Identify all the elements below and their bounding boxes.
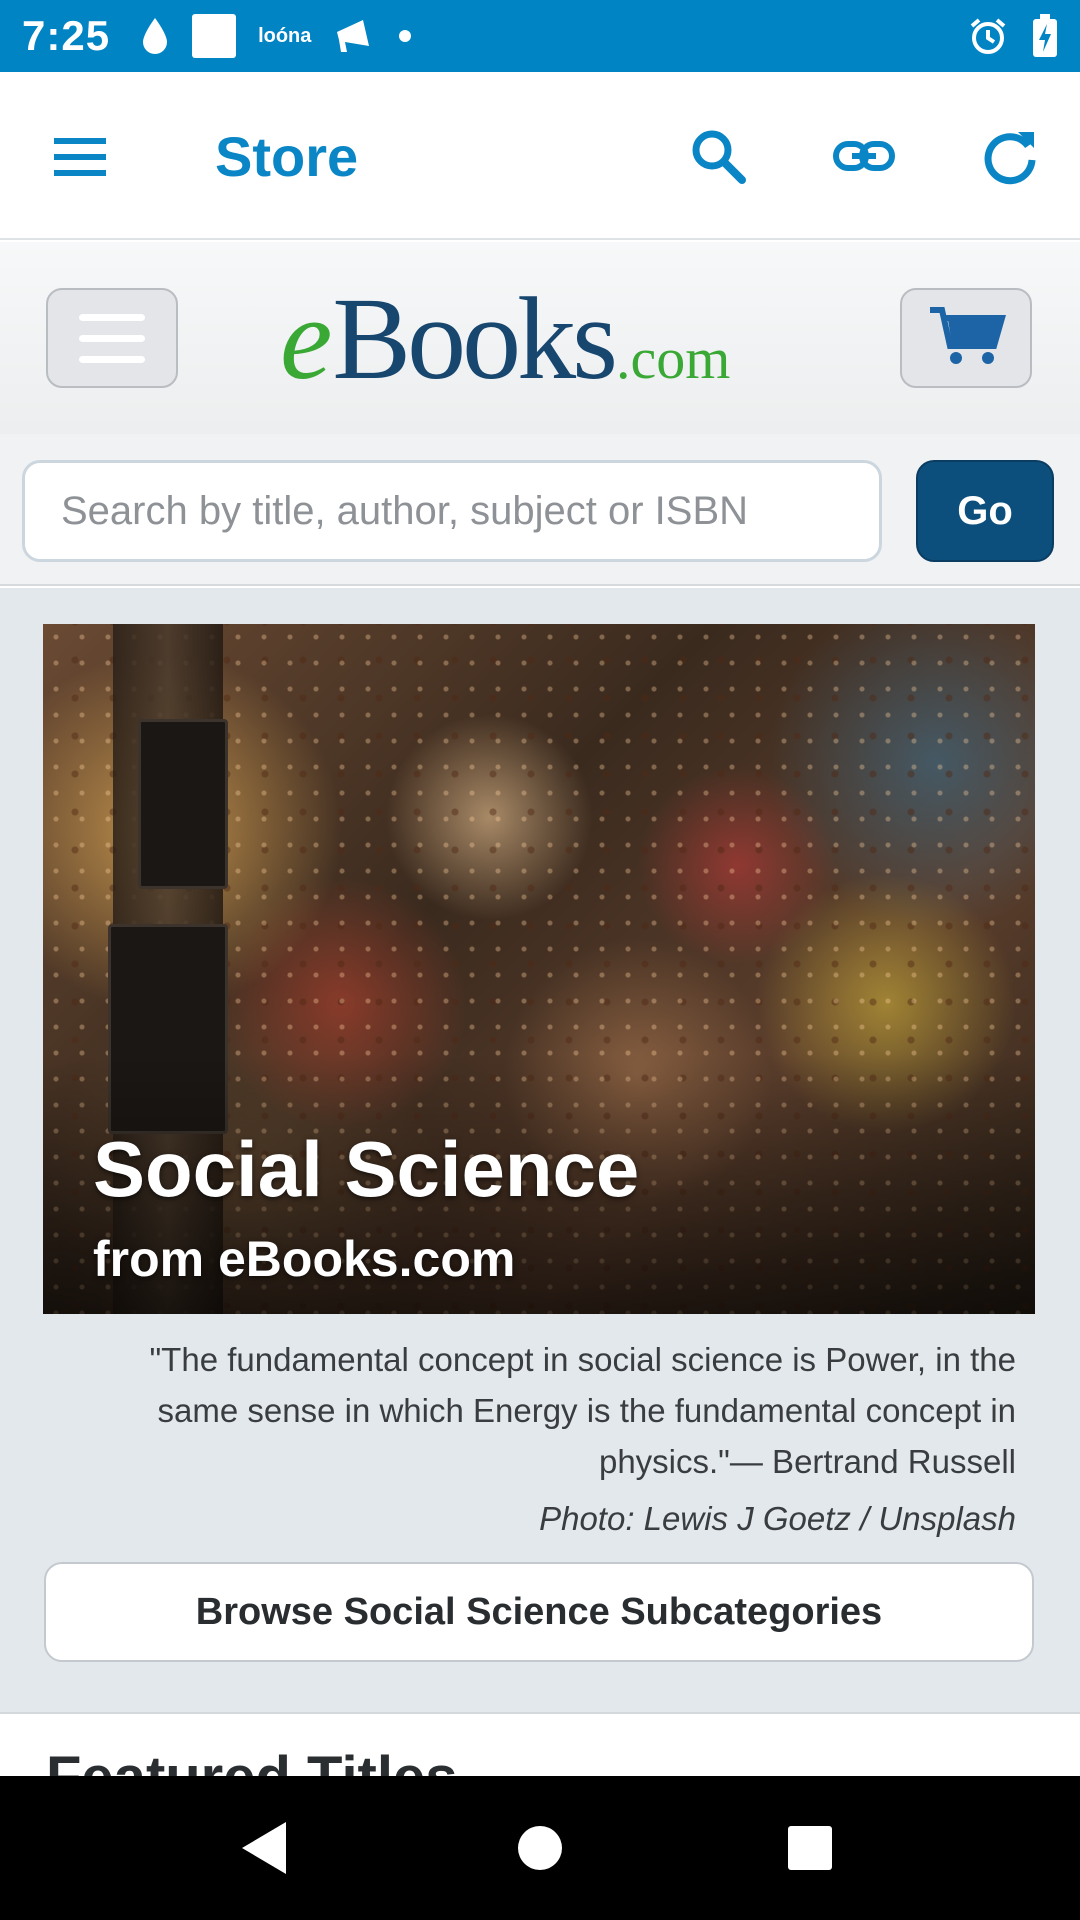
- search-icon[interactable]: [686, 124, 750, 188]
- square-notification-icon: [192, 14, 237, 58]
- app-bar: Store: [0, 72, 1080, 240]
- category-quote: "The fundamental concept in social scien…: [149, 1341, 1016, 1480]
- link-icon[interactable]: [832, 124, 896, 188]
- go-button[interactable]: Go: [916, 460, 1054, 562]
- hero-title: Social Science: [93, 1125, 640, 1213]
- site-header: e Books .com: [0, 242, 1080, 434]
- menu-bar-icon: [79, 334, 145, 342]
- water-drop-icon: [140, 16, 170, 56]
- featured-titles-heading: Featured Titles: [46, 1744, 458, 1776]
- page-title: Store: [215, 125, 359, 188]
- back-icon[interactable]: [236, 1818, 296, 1878]
- hero-photo-speaker: [138, 719, 228, 889]
- ebooks-logo[interactable]: e Books .com: [280, 280, 731, 398]
- featured-titles-section: Featured Titles: [0, 1712, 1080, 1776]
- status-time: 7:25: [22, 12, 111, 59]
- battery-charging-icon: [1032, 14, 1058, 58]
- store-page: 7:25 loóna Store e Books .com Search by …: [0, 0, 1080, 1920]
- refresh-icon[interactable]: [978, 124, 1042, 188]
- hamburger-menu-icon[interactable]: [50, 132, 110, 182]
- status-notification-icons: loóna: [140, 14, 412, 58]
- search-input[interactable]: [22, 460, 882, 562]
- status-bar: 7:25 loóna: [0, 0, 1080, 72]
- menu-bar-icon: [79, 355, 145, 363]
- cart-button[interactable]: [900, 288, 1032, 388]
- home-icon[interactable]: [510, 1818, 570, 1878]
- dot-icon: [399, 30, 412, 42]
- app-notification-text-icon: loóna: [258, 24, 312, 47]
- category-panel: Social Science from eBooks.com "The fund…: [0, 588, 1080, 1712]
- hero-subtitle: from eBooks.com: [93, 1231, 516, 1287]
- megaphone-icon: [333, 16, 377, 56]
- logo-com: .com: [616, 326, 731, 391]
- system-nav-bar: [0, 1776, 1080, 1920]
- logo-books: Books: [332, 273, 618, 404]
- shopping-cart-icon: [926, 304, 1006, 373]
- browse-subcategories-button[interactable]: Browse Social Science Subcategories: [44, 1562, 1034, 1662]
- status-system-icons: [968, 14, 1058, 58]
- recents-icon[interactable]: [780, 1818, 840, 1878]
- search-bar: Go: [0, 434, 1080, 586]
- hero-banner: Social Science from eBooks.com: [43, 624, 1035, 1314]
- photo-credit: Photo: Lewis J Goetz / Unsplash: [539, 1500, 1016, 1537]
- menu-bar-icon: [79, 313, 145, 321]
- alarm-icon: [968, 16, 1008, 56]
- site-menu-button[interactable]: [46, 288, 178, 388]
- logo-e: e: [280, 273, 333, 404]
